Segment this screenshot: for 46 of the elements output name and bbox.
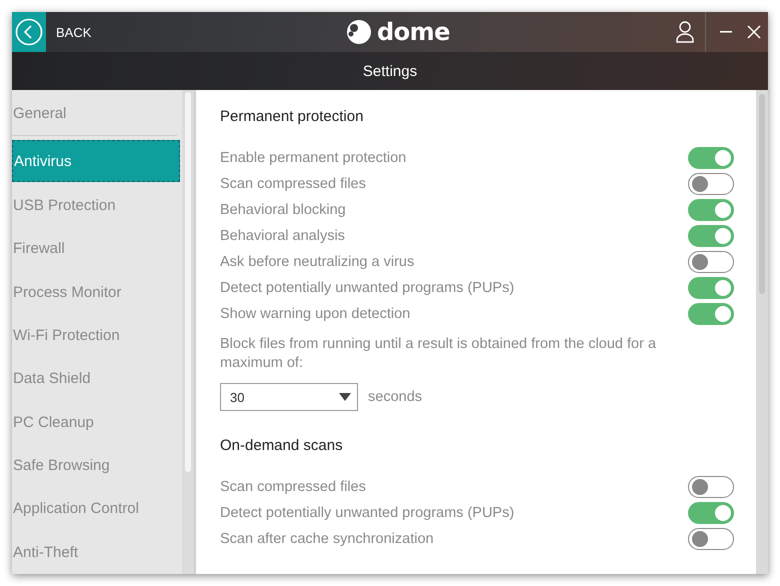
- sidebar-item[interactable]: Anti-Theft: [12, 530, 180, 574]
- sidebar-item[interactable]: Firewall: [12, 227, 180, 270]
- close-icon[interactable]: [747, 25, 761, 39]
- setting-label: Scan compressed files: [220, 479, 366, 495]
- setting-label: Enable permanent protection: [220, 150, 406, 166]
- toggle-switch[interactable]: [688, 303, 734, 325]
- setting-label: Show warning upon detection: [220, 306, 410, 322]
- toggle-switch[interactable]: [688, 251, 734, 273]
- toggle-switch[interactable]: [688, 173, 734, 195]
- sidebar-item[interactable]: Wi-Fi Protection: [12, 314, 180, 358]
- dropdown-caret-icon: [339, 393, 351, 401]
- page-title: Settings: [362, 62, 418, 80]
- minimize-icon[interactable]: [720, 31, 732, 33]
- sidebar-scrollbar[interactable]: [182, 90, 194, 574]
- setting-label: Behavioral blocking: [220, 202, 346, 218]
- toggle-switch[interactable]: [688, 502, 734, 524]
- sidebar-item[interactable]: Data Shield: [12, 357, 180, 401]
- toggle-switch[interactable]: [688, 225, 734, 247]
- timeout-dropdown[interactable]: 30: [220, 383, 358, 411]
- logo-icon: [345, 18, 373, 46]
- sidebar-item[interactable]: PC Cleanup: [12, 400, 180, 444]
- section-heading: Permanent protection: [220, 108, 364, 125]
- sidebar-item[interactable]: General: [12, 92, 180, 136]
- setting-label: Behavioral analysis: [220, 228, 345, 244]
- sidebar-item[interactable]: Safe Browsing: [12, 444, 180, 488]
- toggle-switch[interactable]: [688, 476, 734, 498]
- logo-text: dome: [377, 18, 450, 46]
- toggle-switch[interactable]: [688, 528, 734, 550]
- sidebar-item[interactable]: Process Monitor: [12, 270, 180, 314]
- toggle-switch[interactable]: [688, 277, 734, 299]
- back-button[interactable]: BACK: [12, 12, 92, 52]
- setting-description: Block files from running until a result is obtained from the cloud for a maximum of:: [220, 335, 658, 373]
- setting-label: Scan after cache synchronization: [220, 531, 434, 547]
- setting-label: Scan compressed files: [220, 176, 366, 192]
- sidebar-item[interactable]: USB Protection: [12, 184, 180, 228]
- setting-label: Ask before neutralizing a virus: [220, 254, 414, 270]
- setting-label: Detect potentially unwanted programs (PUPs): [220, 280, 514, 296]
- unit-label: seconds: [368, 389, 422, 405]
- sidebar-item[interactable]: Application Control: [12, 487, 180, 531]
- user-icon[interactable]: [676, 21, 694, 43]
- content-scrollbar[interactable]: [756, 90, 768, 574]
- toggle-switch[interactable]: [688, 147, 734, 169]
- setting-label: Detect potentially unwanted programs (PUPs): [220, 505, 514, 521]
- sidebar-item[interactable]: Antivirus: [12, 140, 180, 182]
- section-heading: On-demand scans: [220, 437, 344, 454]
- toggle-switch[interactable]: [688, 199, 734, 221]
